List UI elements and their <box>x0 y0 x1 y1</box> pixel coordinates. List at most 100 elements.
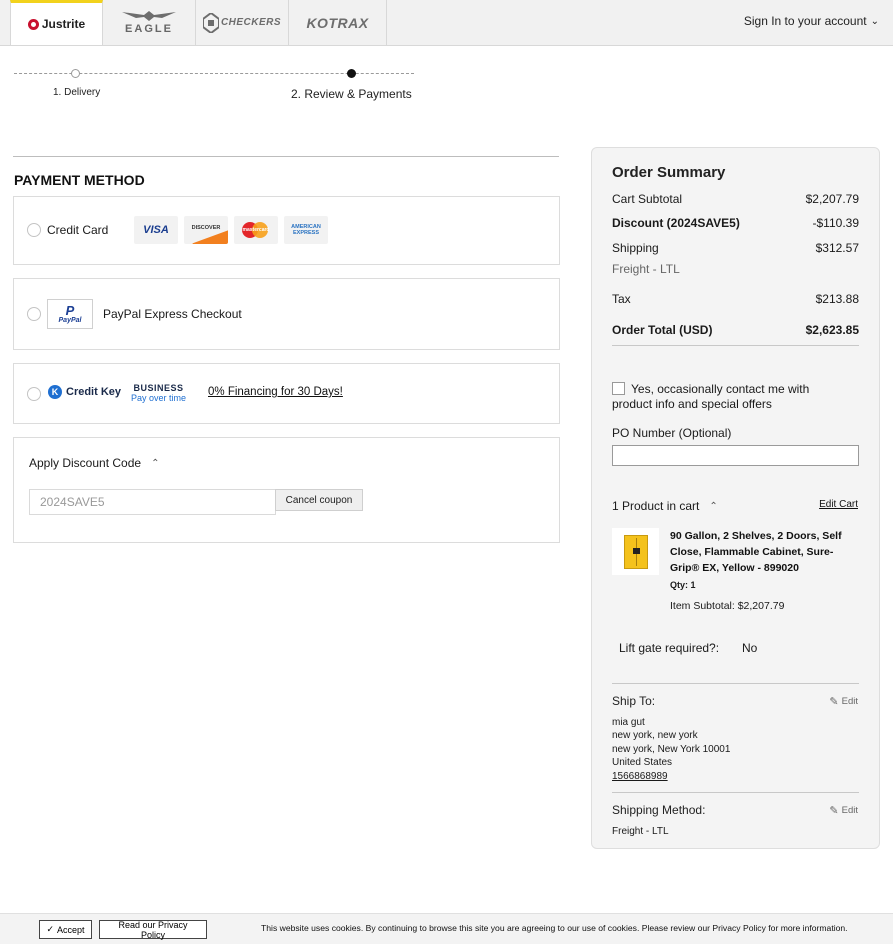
marketing-optin[interactable]: Yes, occasionally contact me with produc… <box>612 382 852 412</box>
kotrax-wordmark: KOTRAX <box>306 14 369 31</box>
tax-value: $213.88 <box>815 292 859 306</box>
checkers-mark-icon <box>202 12 219 33</box>
discover-icon: DISCOVER <box>184 216 228 244</box>
shipping-method-heading: Shipping Method: <box>612 803 706 817</box>
shipping-label: Shipping <box>612 241 659 255</box>
cookie-accept-button[interactable]: ✓ Accept <box>39 920 92 939</box>
paypal-label: PayPal Express Checkout <box>103 307 242 321</box>
checkout-progress: 1. Delivery 2. Review & Payments <box>14 60 414 110</box>
order-total-value: $2,623.85 <box>805 323 859 337</box>
brand-bar: Justrite EAGLE CHECKERS KOTRAX Sign In t… <box>0 0 893 46</box>
checkers-logo: CHECKERS <box>202 12 282 33</box>
cart-count-label: 1 Product in cart <box>612 499 700 513</box>
privacy-policy-button[interactable]: Read our Privacy Policy <box>99 920 207 940</box>
cart-subtotal-label: Cart Subtotal <box>612 192 683 206</box>
business-pay-over-time-badge: BUSINESS Pay over time <box>131 383 186 403</box>
discount-value: -$110.39 <box>812 216 859 230</box>
check-icon: ✓ <box>46 924 55 934</box>
step-delivery-label[interactable]: 1. Delivery <box>53 87 100 98</box>
sign-in-label: Sign In to your account <box>743 14 867 28</box>
justrite-mark-icon <box>27 18 39 30</box>
ship-to-address: mia gut new york, new york new york, New… <box>612 716 730 783</box>
cart-items-toggle[interactable]: 1 Product in cart ⌃ <box>612 499 718 513</box>
product-name: 90 Gallon, 2 Shelves, 2 Doors, Self Clos… <box>670 530 842 574</box>
ship-to-heading: Ship To: <box>612 694 656 708</box>
product-thumbnail <box>612 528 659 575</box>
optin-label: Yes, occasionally contact me with produc… <box>612 382 810 411</box>
payment-method-title: PAYMENT METHOD <box>14 172 145 188</box>
discover-text: DISCOVER <box>191 225 221 231</box>
address-line-1: new york, new york <box>612 730 698 742</box>
brand-tab-justrite[interactable]: Justrite <box>10 0 103 45</box>
cart-subtotal-row: Cart Subtotal $2,207.79 <box>612 192 859 206</box>
discount-code-toggle[interactable]: Apply Discount Code ⌃ <box>29 456 159 470</box>
amex-icon: AMERICAN EXPRESS <box>284 216 328 244</box>
accepted-cards: VISA DISCOVER mastercard AMERICAN EXPRES… <box>134 216 328 244</box>
lift-gate-value: No <box>742 641 758 655</box>
order-total-row: Order Total (USD) $2,623.85 <box>612 323 859 337</box>
discount-label: Discount (2024SAVE5) <box>612 216 740 230</box>
tax-label: Tax <box>612 292 631 306</box>
financing-promo-link[interactable]: 0% Financing for 30 Days! <box>208 386 343 398</box>
cookie-banner: ✓ Accept Read our Privacy Policy This we… <box>0 913 893 944</box>
address-phone-link[interactable]: 1566868989 <box>612 770 730 783</box>
shipping-method-summary: Freight - LTL <box>612 262 680 276</box>
credit-key-radio[interactable] <box>27 387 41 401</box>
payment-option-credit-key[interactable]: K Credit Key BUSINESS Pay over time 0% F… <box>13 363 560 424</box>
badge-line-2: Pay over time <box>131 393 187 403</box>
address-line-2: new york, New York 10001 <box>612 743 731 755</box>
step-review-label: 2. Review & Payments <box>291 87 412 101</box>
checkers-wordmark: CHECKERS <box>220 17 282 28</box>
address-name: mia gut <box>612 717 645 728</box>
justrite-logo: Justrite <box>27 17 86 31</box>
product-qty: Qty: 1 <box>670 580 696 590</box>
edit-cart-link[interactable]: Edit Cart <box>819 499 858 510</box>
summary-divider <box>612 345 859 346</box>
ship-to-edit-button[interactable]: ✎ Edit <box>829 695 858 708</box>
optin-checkbox[interactable] <box>612 382 625 395</box>
credit-key-wordmark: Credit Key <box>66 386 122 398</box>
section-divider <box>13 156 559 157</box>
pencil-icon: ✎ <box>829 696 839 708</box>
brand-tab-kotrax[interactable]: KOTRAX <box>289 0 387 45</box>
credit-card-label: Credit Card <box>47 223 109 237</box>
po-number-input[interactable] <box>612 445 859 466</box>
credit-card-radio[interactable] <box>27 223 41 237</box>
credit-key-icon: K <box>48 385 62 399</box>
order-total-label: Order Total (USD) <box>612 323 713 337</box>
discount-row: Discount (2024SAVE5) -$110.39 <box>612 216 859 230</box>
amex-text-2: EXPRESS <box>293 230 319 236</box>
cabinet-image <box>623 534 648 569</box>
eagle-logo: EAGLE <box>122 10 176 35</box>
cancel-coupon-button[interactable]: Cancel coupon <box>275 489 363 511</box>
justrite-wordmark: Justrite <box>41 17 86 31</box>
mastercard-text: mastercard <box>242 227 270 233</box>
shipping-method-edit-label: Edit <box>841 805 858 816</box>
paypal-logo-text: PayPal <box>58 317 82 324</box>
ship-to-divider <box>612 683 859 684</box>
brand-tab-checkers[interactable]: CHECKERS <box>196 0 289 45</box>
sign-in-menu[interactable]: Sign In to your account ⌄ <box>744 14 879 28</box>
order-summary: Order Summary Cart Subtotal $2,207.79 Di… <box>591 147 880 849</box>
visa-icon: VISA <box>134 216 178 244</box>
step-review-marker <box>347 69 356 78</box>
badge-line-1: BUSINESS <box>133 383 184 393</box>
discount-code-panel: Apply Discount Code ⌃ Cancel coupon <box>13 437 560 543</box>
shipping-row: Shipping $312.57 <box>612 241 859 255</box>
ship-to-edit-label: Edit <box>841 696 858 707</box>
chevron-down-icon: ⌄ <box>870 15 879 27</box>
eagle-wordmark: EAGLE <box>125 23 173 35</box>
cookie-message: This website uses cookies. By continuing… <box>261 923 848 933</box>
brand-tab-eagle[interactable]: EAGLE <box>103 0 196 45</box>
shipping-method-edit-button[interactable]: ✎ Edit <box>829 804 858 817</box>
shipping-method-divider <box>612 792 859 793</box>
cart-subtotal-value: $2,207.79 <box>805 192 859 206</box>
payment-option-paypal[interactable]: P PayPal PayPal Express Checkout <box>13 278 560 350</box>
lift-gate-label: Lift gate required?: <box>619 641 720 655</box>
step-delivery-marker <box>71 69 80 78</box>
discount-code-heading: Apply Discount Code <box>29 456 142 470</box>
payment-option-credit-card[interactable]: Credit Card VISA DISCOVER mastercard AME… <box>13 196 560 265</box>
discount-code-input[interactable] <box>29 489 276 515</box>
po-number-label: PO Number (Optional) <box>612 426 732 440</box>
paypal-radio[interactable] <box>27 307 41 321</box>
